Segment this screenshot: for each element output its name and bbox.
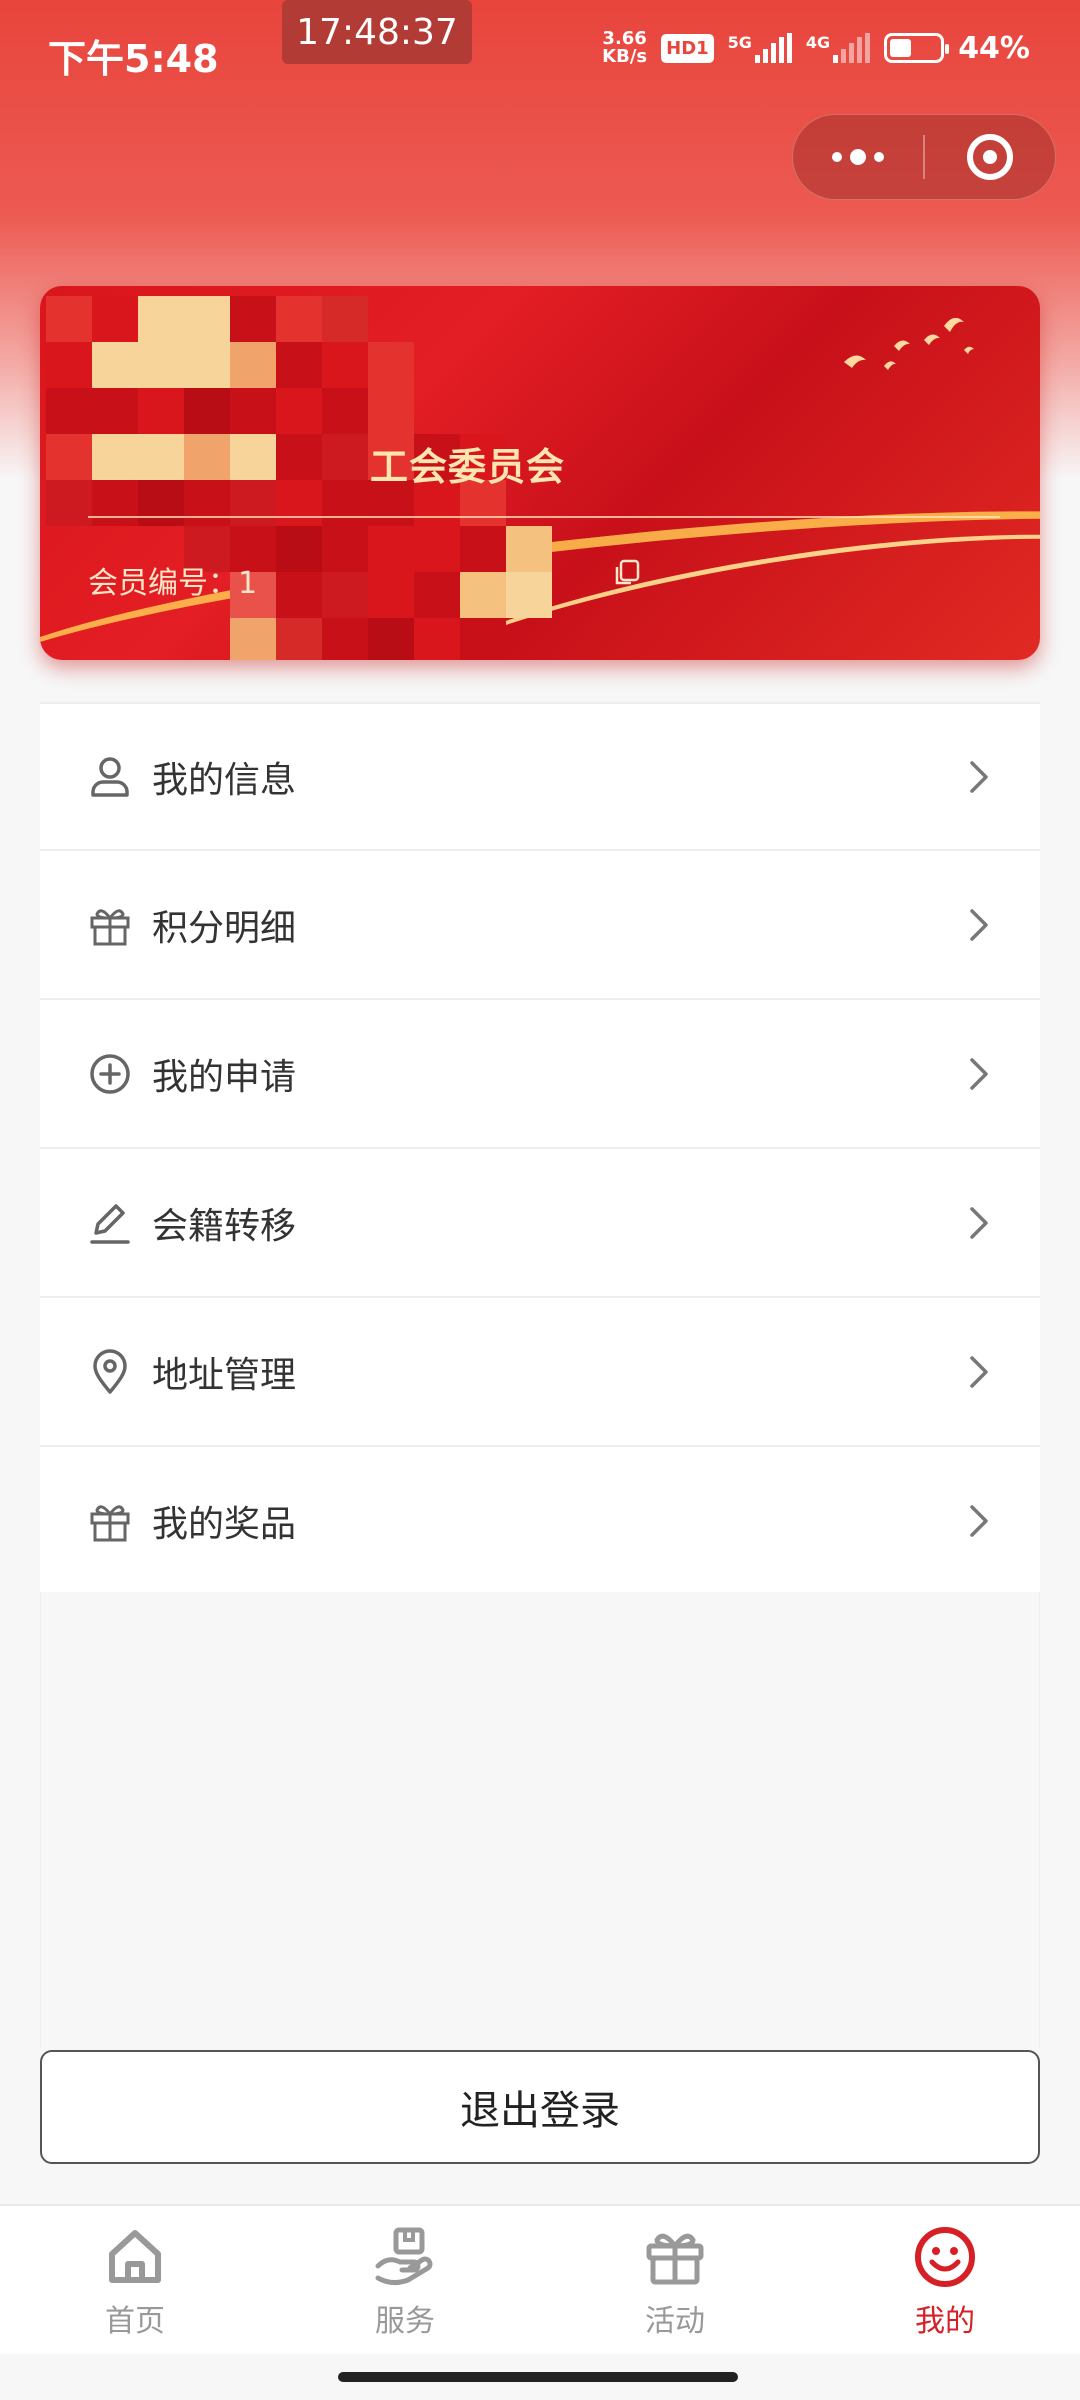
more-button[interactable] xyxy=(793,115,923,199)
card-divider xyxy=(88,516,1000,518)
chevron-right-icon xyxy=(970,1504,988,1537)
menu-item-label: 会籍转移 xyxy=(152,1205,297,1247)
member-card: 工会委员会 会员编号：1 xyxy=(40,286,1040,660)
tab-label: 我的 xyxy=(915,2304,975,2339)
flying-birds-icon xyxy=(844,317,974,370)
plus-circle-icon xyxy=(90,1053,130,1094)
menu-item-points-detail[interactable]: 积分明细 xyxy=(40,851,1040,1000)
menu-item-label: 我的信息 xyxy=(152,759,297,801)
status-icons: 3.66 KB/s HD1 5G 4G 44% xyxy=(602,30,1030,66)
menu-item-my-applications[interactable]: 我的申请 xyxy=(40,1000,1040,1149)
chevron-right-icon xyxy=(970,1355,988,1388)
logout-button[interactable]: 退出登录 xyxy=(40,2050,1040,2164)
bottom-tab-bar: 首页 服务 活动 我的 xyxy=(0,2204,1080,2354)
chevron-right-icon xyxy=(970,1206,988,1239)
status-bar: 下午5:48 17:48:37 3.66 KB/s HD1 5G 4G 44% xyxy=(0,0,1080,108)
signal-5g-icon: 5G xyxy=(728,33,792,63)
organization-name: 工会委员会 xyxy=(370,445,566,489)
gift-icon xyxy=(90,1504,130,1541)
network-speed: 3.66 KB/s xyxy=(602,28,648,67)
menu-item-membership-transfer[interactable]: 会籍转移 xyxy=(40,1149,1040,1298)
home-indicator[interactable] xyxy=(338,2372,738,2382)
chevron-right-icon xyxy=(970,908,988,941)
service-hand-icon xyxy=(375,2227,433,2286)
tab-services[interactable]: 服务 xyxy=(270,2206,540,2354)
more-dots-icon xyxy=(832,149,884,165)
empty-content-area xyxy=(40,1592,1040,2048)
menu-item-my-prizes[interactable]: 我的奖品 xyxy=(40,1447,1040,1596)
gift-icon xyxy=(90,908,130,945)
battery-percent: 44% xyxy=(958,30,1030,66)
hd-badge: HD1 xyxy=(661,33,714,63)
tab-label: 首页 xyxy=(105,2304,165,2339)
home-icon xyxy=(109,2230,161,2283)
tab-label: 服务 xyxy=(375,2304,435,2339)
location-pin-icon xyxy=(93,1348,127,1394)
menu-item-address-management[interactable]: 地址管理 xyxy=(40,1298,1040,1447)
battery-icon xyxy=(884,33,950,63)
tab-home[interactable]: 首页 xyxy=(0,2206,270,2354)
profile-menu: 我的信息 积分明细 我的申请 会籍转移 地址管理 我的奖品 xyxy=(40,702,1040,1596)
miniprogram-capsule xyxy=(792,114,1056,200)
status-time: 下午5:48 xyxy=(48,37,219,81)
pencil-icon xyxy=(90,1203,130,1244)
member-number: 会员编号：1 xyxy=(88,566,258,601)
tab-mine[interactable]: 我的 xyxy=(810,2206,1080,2354)
person-icon xyxy=(91,756,129,797)
menu-item-label: 我的申请 xyxy=(152,1056,297,1098)
menu-item-label: 我的奖品 xyxy=(152,1503,297,1545)
chevron-right-icon xyxy=(970,1057,988,1090)
menu-item-my-info[interactable]: 我的信息 xyxy=(40,702,1040,851)
target-close-icon xyxy=(967,134,1013,180)
gift-box-icon xyxy=(646,2233,704,2285)
menu-item-label: 地址管理 xyxy=(152,1354,297,1396)
copy-icon[interactable] xyxy=(612,558,642,588)
smiley-icon xyxy=(915,2227,975,2287)
chevron-right-icon xyxy=(970,760,988,793)
close-miniprogram-button[interactable] xyxy=(925,115,1055,199)
tab-activities[interactable]: 活动 xyxy=(540,2206,810,2354)
tab-label: 活动 xyxy=(645,2304,705,2339)
menu-item-label: 积分明细 xyxy=(152,907,297,949)
clock-overlay: 17:48:37 xyxy=(282,0,472,64)
signal-4g-icon: 4G xyxy=(806,33,871,63)
